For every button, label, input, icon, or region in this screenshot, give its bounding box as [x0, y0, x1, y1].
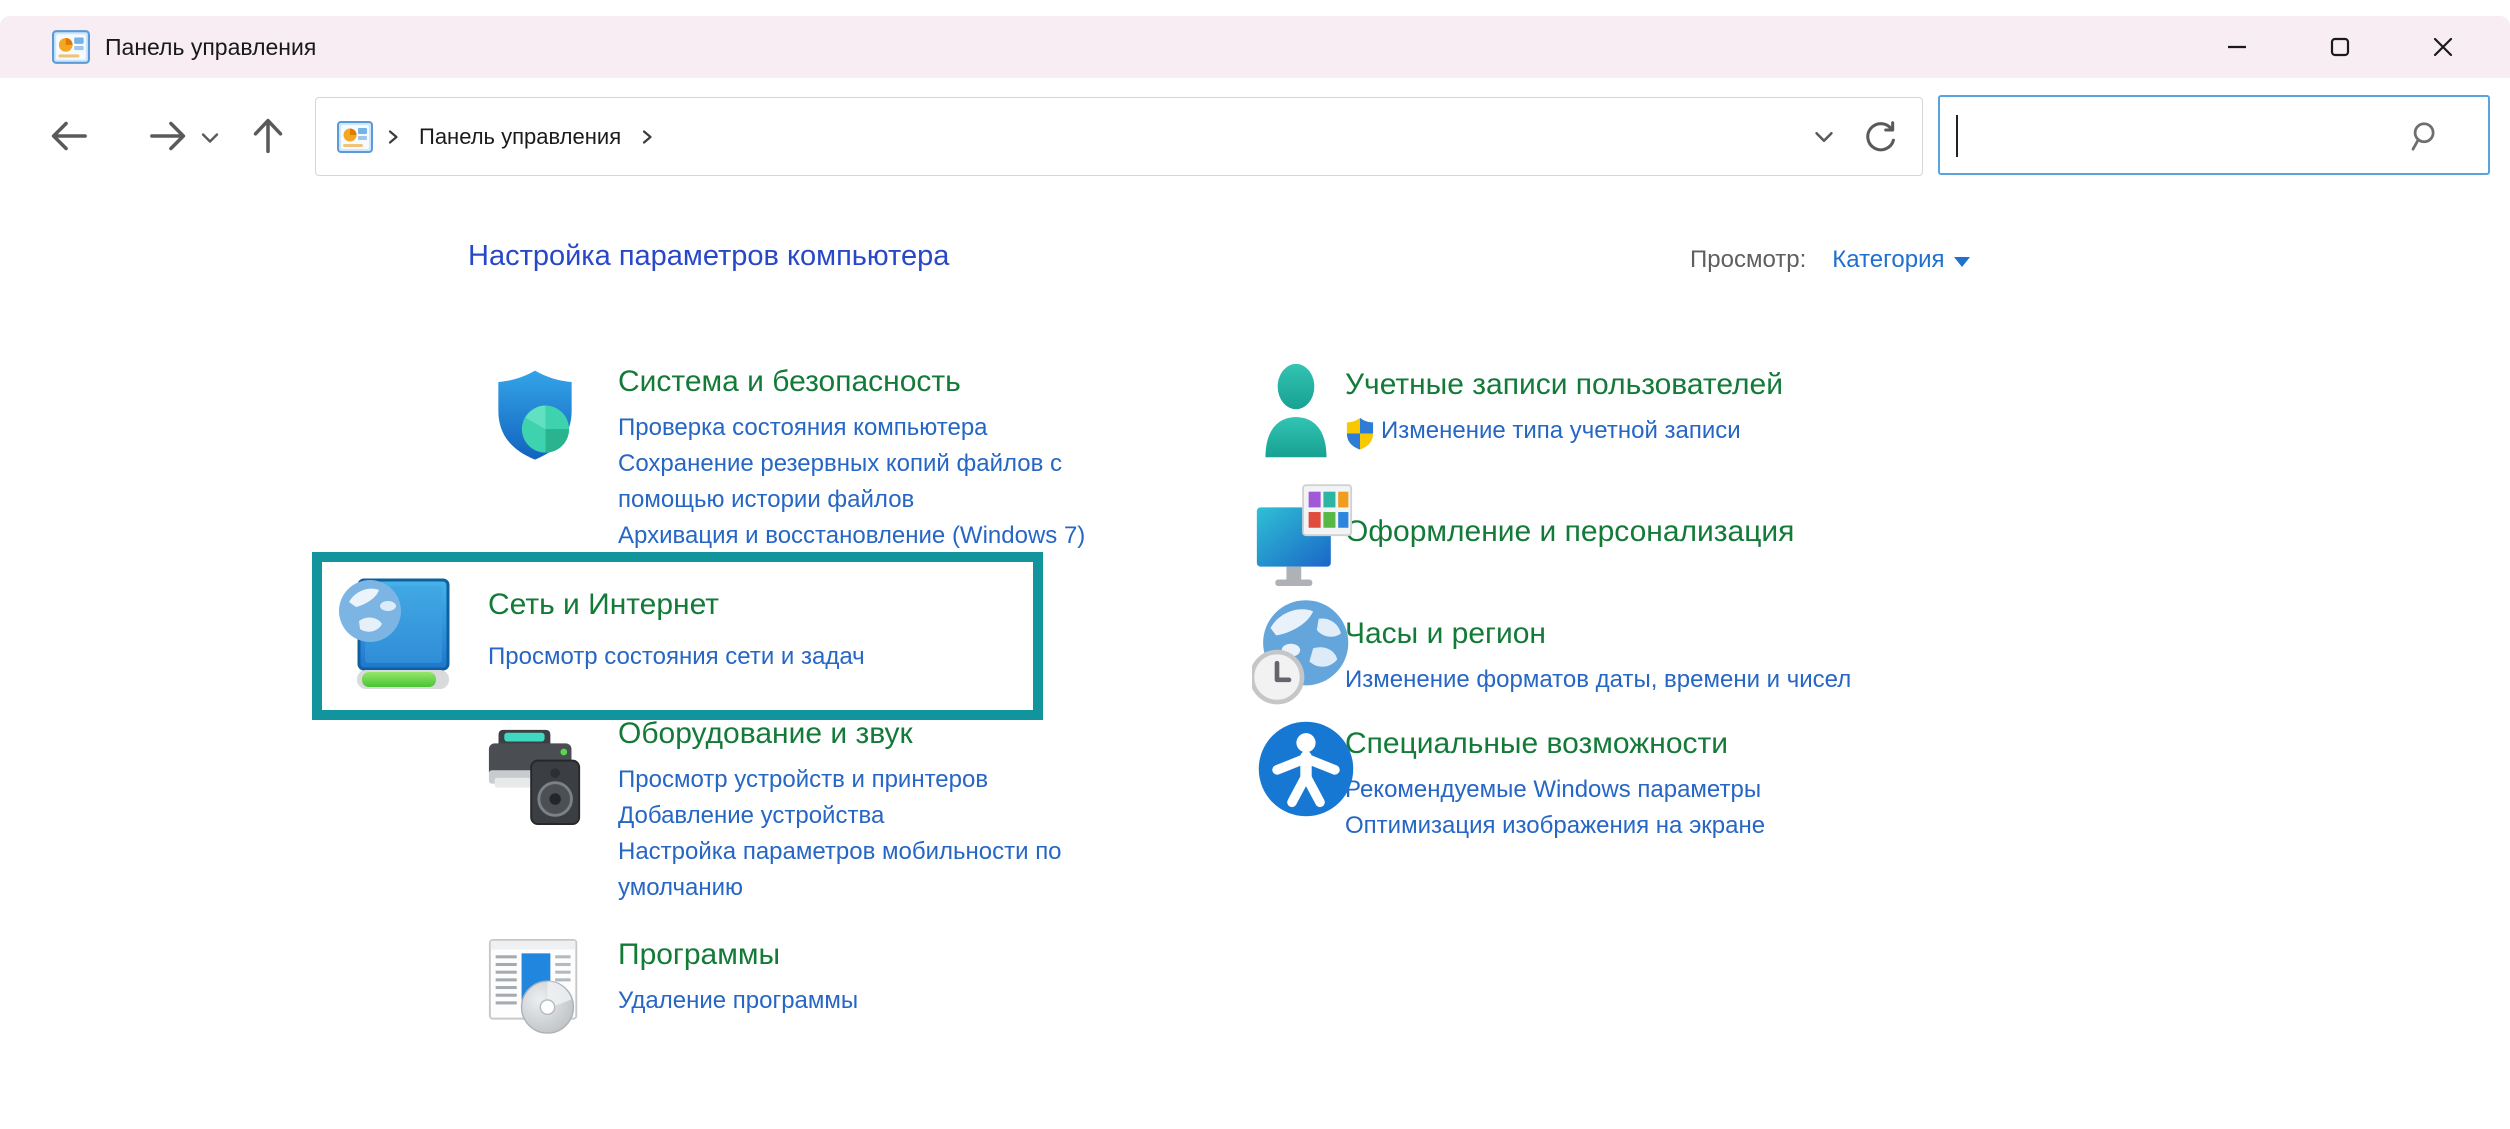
link-recommended-windows-settings[interactable]: Рекомендуемые Windows параметры — [1345, 772, 1765, 808]
address-bar[interactable]: Панель управления — [315, 97, 1923, 176]
category-system-security: Система и безопасность Проверка состояни… — [487, 360, 1133, 554]
page-title: Настройка параметров компьютера — [468, 240, 949, 273]
link-file-history-backup[interactable]: Сохранение резервных копий файлов с помо… — [618, 446, 1133, 518]
link-view-devices-printers[interactable]: Просмотр устройств и принтеров — [618, 762, 1133, 798]
recent-locations-button[interactable] — [190, 120, 230, 156]
address-dropdown-button[interactable] — [1796, 109, 1852, 165]
refresh-icon — [1861, 118, 1899, 156]
refresh-button[interactable] — [1852, 109, 1908, 165]
text-caret — [1956, 115, 1958, 157]
link-check-computer-status[interactable]: Проверка состояния компьютера — [618, 410, 1133, 446]
breadcrumb-chevron-icon — [383, 127, 403, 147]
category-title-programs[interactable]: Программы — [618, 933, 858, 977]
network-internet-icon[interactable] — [337, 573, 452, 698]
back-arrow-icon — [47, 114, 91, 158]
category-hardware-sound: Оборудование и звук Просмотр устройств и… — [487, 712, 1133, 906]
view-by-control: Просмотр: Категория — [1690, 246, 1970, 274]
category-title-clock-region[interactable]: Часы и регион — [1345, 612, 1851, 656]
search-box[interactable] — [1938, 95, 2490, 175]
control-panel-window: Панель управления — [0, 0, 2510, 1129]
clock-region-icon[interactable] — [1252, 598, 1352, 713]
category-ease-of-access: Специальные возможности Рекомендуемые Wi… — [1257, 722, 1765, 844]
maximize-button[interactable] — [2288, 16, 2391, 78]
address-dropdown-chevron-icon — [1808, 121, 1840, 153]
category-network-internet: Сеть и Интернет Просмотр состояния сети … — [337, 583, 865, 675]
recent-locations-chevron-icon — [195, 123, 225, 153]
control-panel-icon — [52, 28, 90, 66]
category-title-user-accounts[interactable]: Учетные записи пользователей — [1345, 363, 1783, 407]
category-user-accounts: Учетные записи пользователей — [1262, 363, 1783, 455]
link-change-account-type[interactable]: Изменение типа учетной записи — [1381, 413, 1741, 449]
uac-shield-icon — [1345, 417, 1375, 455]
forward-button[interactable] — [144, 112, 192, 160]
user-accounts-icon[interactable] — [1262, 359, 1330, 468]
view-by-label: Просмотр: — [1690, 246, 1806, 274]
link-uninstall-program[interactable]: Удаление программы — [618, 983, 858, 1019]
category-clock-region: Часы и регион Изменение форматов даты, в… — [1252, 612, 1851, 698]
search-input[interactable] — [1962, 103, 2406, 167]
hardware-sound-icon[interactable] — [487, 722, 583, 835]
up-arrow-icon — [246, 114, 290, 158]
category-appearance-personalization: Оформление и персонализация — [1255, 510, 1794, 554]
view-by-dropdown[interactable]: Категория — [1832, 246, 1970, 274]
forward-arrow-icon — [146, 114, 190, 158]
programs-icon[interactable] — [487, 935, 583, 1042]
link-backup-restore-windows7[interactable]: Архивация и восстановление (Windows 7) — [618, 518, 1133, 554]
category-title-hardware-sound[interactable]: Оборудование и звук — [618, 712, 1133, 756]
minimize-icon — [2224, 34, 2250, 60]
breadcrumb-chevron-icon — [637, 127, 657, 147]
link-optimize-visual-display[interactable]: Оптимизация изображения на экране — [1345, 808, 1765, 844]
link-add-device[interactable]: Добавление устройства — [618, 798, 1133, 834]
category-title-appearance-personalization[interactable]: Оформление и персонализация — [1345, 510, 1794, 554]
close-button[interactable] — [2391, 16, 2494, 78]
link-mobility-settings[interactable]: Настройка параметров мобильности по умол… — [618, 834, 1133, 906]
window-title: Панель управления — [105, 34, 316, 61]
category-title-network-internet[interactable]: Сеть и Интернет — [488, 583, 865, 627]
minimize-button[interactable] — [2185, 16, 2288, 78]
control-panel-icon — [337, 119, 373, 155]
maximize-icon — [2327, 34, 2353, 60]
category-programs: Программы Удаление программы — [487, 933, 858, 1019]
system-security-icon[interactable] — [487, 366, 583, 471]
link-change-date-time-formats[interactable]: Изменение форматов даты, времени и чисел — [1345, 662, 1851, 698]
search-magnifier-icon — [2404, 119, 2440, 160]
category-title-ease-of-access[interactable]: Специальные возможности — [1345, 722, 1765, 766]
close-icon — [2430, 34, 2456, 60]
back-button[interactable] — [45, 112, 93, 160]
up-button[interactable] — [244, 112, 292, 160]
dropdown-arrow-icon — [1954, 257, 1970, 267]
category-title-system-security[interactable]: Система и безопасность — [618, 360, 1133, 404]
breadcrumb-control-panel[interactable]: Панель управления — [413, 120, 627, 154]
ease-of-access-icon[interactable] — [1257, 720, 1355, 823]
titlebar: Панель управления — [0, 16, 2510, 78]
navigation-toolbar: Панель управления — [0, 78, 2510, 190]
appearance-personalization-icon[interactable] — [1255, 483, 1353, 596]
link-view-network-status[interactable]: Просмотр состояния сети и задач — [488, 639, 865, 675]
